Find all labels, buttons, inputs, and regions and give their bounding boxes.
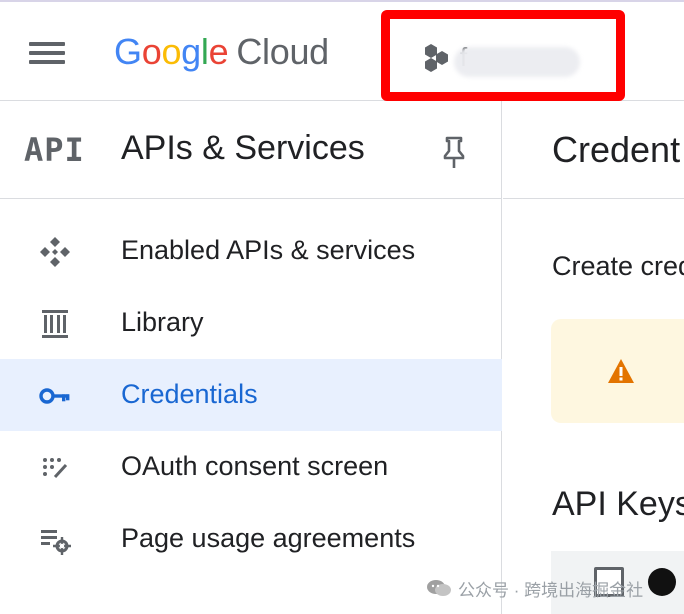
watermark-text: 公众号 · 跨境出海掘金社 [458, 580, 644, 600]
status-dot-icon [648, 568, 676, 596]
api-keys-heading: API Keys [552, 485, 684, 523]
sidebar-item-library[interactable]: Library [0, 287, 502, 359]
sidebar-item-label: OAuth consent screen [121, 451, 389, 481]
sidebar-item-label: Library [121, 307, 204, 337]
sidebar-title: APIs & Services [121, 129, 365, 167]
page-title: Credent [552, 129, 681, 170]
hamburger-menu-icon[interactable] [26, 36, 68, 70]
wechat-icon [427, 580, 451, 596]
sidebar-item-label: Page usage agreements [121, 523, 416, 553]
sidebar: API APIs & Services Enabled APIs & servi… [0, 101, 502, 614]
sidebar-item-enabled-apis[interactable]: Enabled APIs & services [0, 215, 502, 287]
watermark: 公众号 · 跨境出海掘金社 [426, 574, 643, 602]
sidebar-item-oauth-consent[interactable]: OAuth consent screen [0, 431, 502, 503]
sidebar-item-label: Credentials [121, 379, 258, 409]
redacted-project-name [454, 47, 580, 77]
api-logo-icon: API [24, 131, 85, 169]
key-icon [39, 388, 70, 404]
project-picker-button[interactable]: f [381, 10, 625, 101]
sidebar-item-credentials[interactable]: Credentials [0, 359, 502, 431]
oauth-consent-icon [43, 458, 68, 479]
enabled-apis-icon [40, 237, 70, 267]
warning-banner [551, 319, 684, 423]
sidebar-item-label: Enabled APIs & services [121, 235, 416, 265]
warning-icon [608, 359, 634, 383]
usage-agreements-icon [41, 530, 71, 555]
sidebar-item-page-usage-agreements[interactable]: Page usage agreements [0, 503, 502, 575]
pin-icon[interactable] [438, 135, 470, 171]
google-cloud-logo[interactable]: Google Cloud [114, 30, 329, 74]
project-hexagons-icon [425, 44, 448, 72]
create-credentials-button[interactable]: Create cred [552, 251, 684, 282]
library-icon [42, 310, 68, 338]
header-divider [503, 198, 684, 199]
sidebar-header: API APIs & Services [0, 101, 502, 199]
top-app-bar: GoogleCloud f [0, 0, 684, 101]
main-content: Credent Create cred API Keys [503, 101, 684, 614]
